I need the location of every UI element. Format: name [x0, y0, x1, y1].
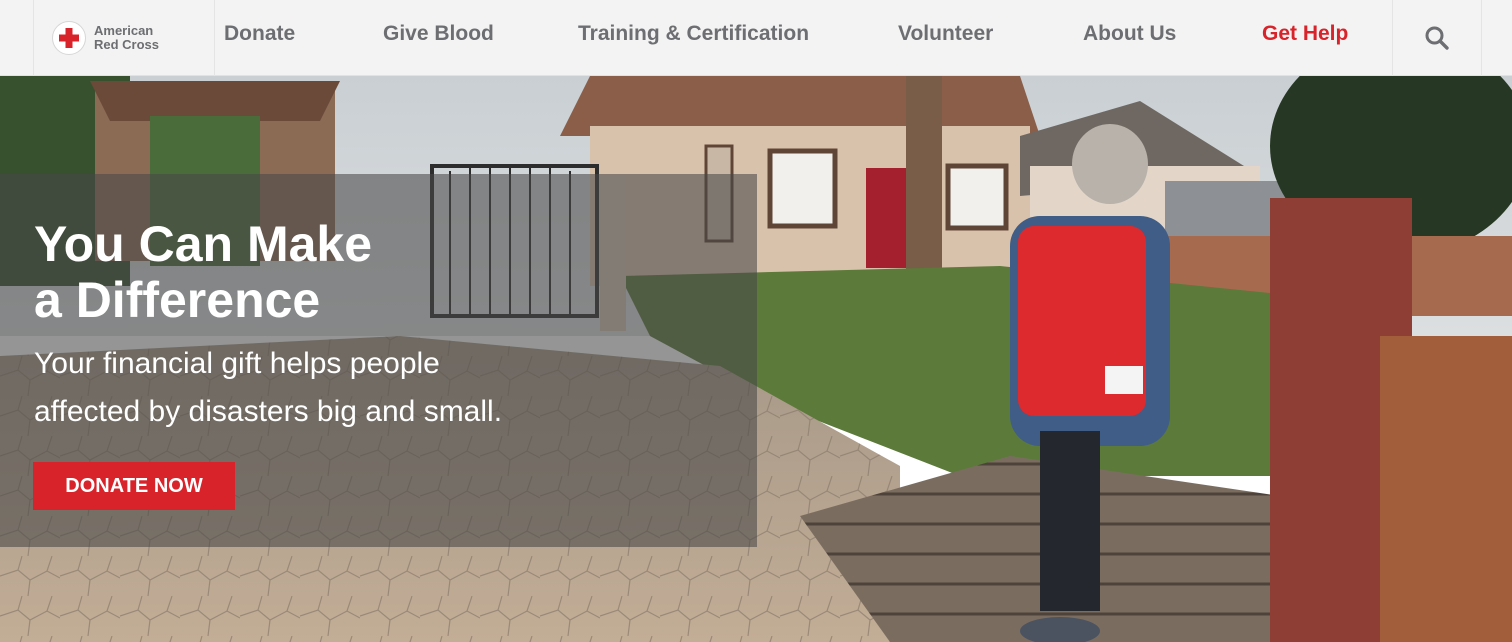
nav-donate[interactable]: Donate [224, 22, 295, 46]
hero-headline-line-2: a Difference [34, 272, 321, 328]
hero-subhead: Your financial gift helps people affecte… [34, 340, 634, 436]
hero-subhead-line-2: affected by disasters big and small. [34, 395, 503, 428]
hero-banner: You Can Make a Difference Your financial… [0, 76, 1512, 642]
logo-wordmark: American Red Cross [94, 24, 159, 52]
red-cross-emblem-icon [52, 21, 86, 55]
hero-subhead-line-1: Your financial gift helps people [34, 347, 440, 380]
nav-give-blood[interactable]: Give Blood [383, 22, 494, 46]
hero-headline: You Can Make a Difference [34, 216, 554, 328]
logo-line-1: American [94, 23, 154, 38]
nav-about-us[interactable]: About Us [1083, 22, 1176, 46]
hero-headline-line-1: You Can Make [34, 216, 373, 272]
donate-now-button[interactable]: DONATE NOW [33, 462, 235, 510]
logo-line-2: Red Cross [94, 37, 160, 52]
nav-training-certification[interactable]: Training & Certification [578, 22, 809, 46]
site-header: American Red Cross Donate Give Blood Tra… [0, 0, 1512, 76]
nav-get-help[interactable]: Get Help [1262, 22, 1348, 46]
red-cross-logo[interactable]: American Red Cross [33, 0, 215, 76]
search-button[interactable] [1392, 0, 1482, 76]
nav-volunteer[interactable]: Volunteer [898, 22, 993, 46]
search-icon [1425, 26, 1449, 50]
